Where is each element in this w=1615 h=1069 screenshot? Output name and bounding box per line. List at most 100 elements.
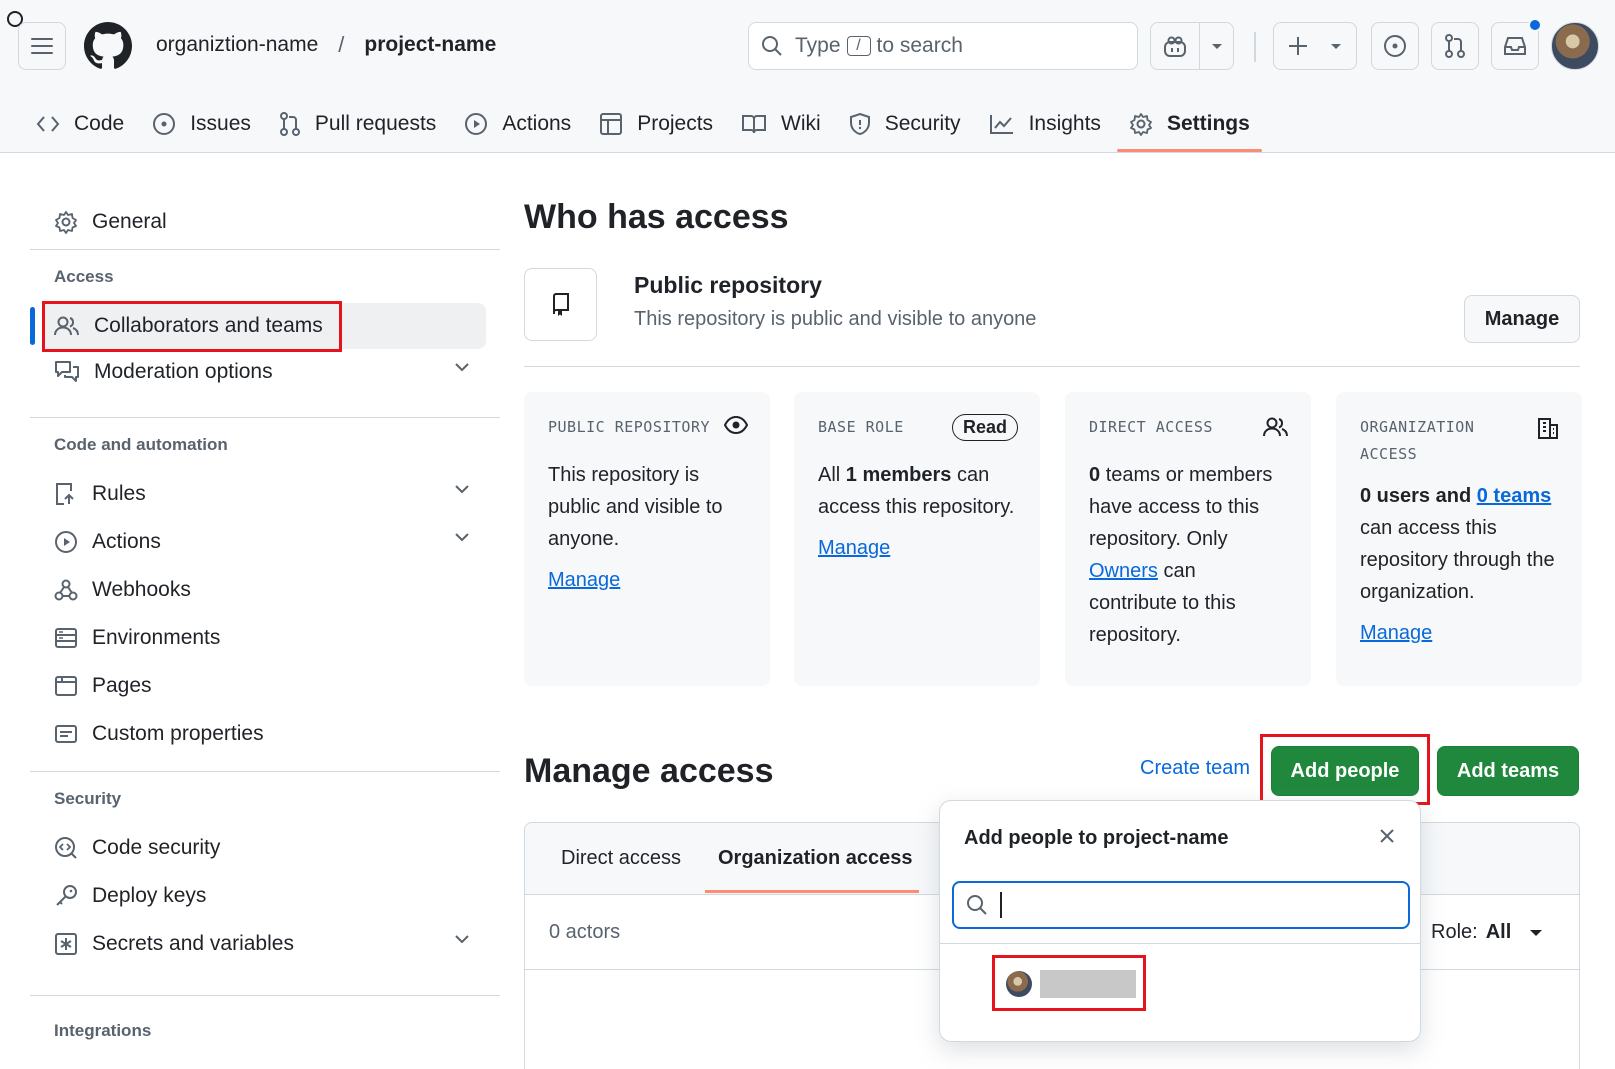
menu-button[interactable]	[18, 22, 66, 70]
sidebar-item-actions[interactable]: Actions	[42, 519, 486, 565]
tab-direct-access[interactable]: Direct access	[561, 847, 681, 870]
repo-nav: Code Issues Pull requests Actions Projec…	[24, 96, 1266, 152]
tab-insights[interactable]: Insights	[977, 96, 1113, 152]
browser-icon	[55, 676, 77, 696]
card-body: All 1 members can access this repository…	[818, 459, 1016, 523]
copilot-button[interactable]	[1150, 22, 1234, 70]
sidebar-item-pages[interactable]: Pages	[42, 663, 486, 709]
tab-settings[interactable]: Settings	[1116, 96, 1262, 152]
tab-code[interactable]: Code	[24, 96, 136, 152]
tab-projects[interactable]: Projects	[587, 96, 725, 152]
sidebar-divider	[30, 995, 500, 996]
chevron-down-icon	[1331, 44, 1341, 49]
play-icon	[55, 531, 77, 553]
sidebar-section-access: Access	[54, 267, 114, 286]
card-heading: PUBLIC REPOSITORY	[548, 418, 711, 436]
your-pull-requests-button[interactable]	[1431, 22, 1479, 70]
manage-visibility-button[interactable]: Manage	[1464, 295, 1580, 343]
card-public-repository: PUBLIC REPOSITORY This repository is pub…	[524, 392, 770, 686]
user-count: 0 users and	[1360, 485, 1472, 507]
sidebar-item-environments[interactable]: Environments	[42, 615, 486, 661]
tab-pull-requests[interactable]: Pull requests	[267, 96, 448, 152]
highlight-collaborators	[42, 301, 342, 352]
sidebar-item-custom-properties[interactable]: Custom properties	[42, 711, 486, 757]
sidebar-item-label: Moderation options	[94, 360, 273, 383]
sidebar-item-rules[interactable]: Rules	[42, 471, 486, 517]
user-avatar[interactable]	[1551, 22, 1599, 70]
public-repo-title: Public repository	[634, 272, 822, 298]
sidebar-item-webhooks[interactable]: Webhooks	[42, 567, 486, 613]
sidebar-item-label: Custom properties	[92, 722, 264, 745]
actor-count: 0 actors	[549, 921, 621, 943]
role-filter[interactable]: Role: All	[1431, 921, 1543, 944]
body-text: can access this repository through the o…	[1360, 517, 1555, 603]
section-divider	[524, 366, 1580, 367]
breadcrumb-org[interactable]: organiztion-name	[156, 33, 318, 57]
add-teams-button[interactable]: Add teams	[1437, 746, 1579, 796]
sidebar-section-security: Security	[54, 789, 122, 808]
tab-security[interactable]: Security	[837, 96, 973, 152]
tab-label: Security	[884, 112, 961, 135]
tab-wiki[interactable]: Wiki	[729, 96, 833, 152]
card-direct-access: DIRECT ACCESS 0 teams or members have ac…	[1065, 392, 1311, 686]
create-new-button[interactable]	[1273, 22, 1357, 70]
public-repo-description: This repository is public and visible to…	[634, 308, 1037, 330]
role-filter-value: All	[1485, 921, 1512, 943]
sidebar-divider	[30, 249, 500, 250]
button-divider	[1199, 23, 1200, 69]
sidebar-item-label: Actions	[92, 530, 161, 553]
manage-link[interactable]: Manage	[818, 537, 890, 560]
create-team-link[interactable]: Create team	[1140, 757, 1250, 780]
tab-label: Wiki	[781, 112, 821, 135]
book-icon	[742, 115, 767, 134]
close-icon[interactable]	[1378, 827, 1396, 845]
sidebar-divider	[30, 771, 500, 772]
breadcrumb: organiztion-name / project-name	[156, 32, 496, 58]
note-icon	[55, 725, 77, 743]
inbox-icon	[1504, 37, 1526, 55]
breadcrumb-repo[interactable]: project-name	[364, 33, 496, 57]
card-base-role: BASE ROLE Read All 1 members can access …	[794, 392, 1040, 686]
dialog-divider	[940, 943, 1420, 944]
sidebar-item-label: Rules	[92, 482, 146, 505]
people-search-input[interactable]	[952, 881, 1410, 929]
tab-issues[interactable]: Issues	[140, 96, 263, 152]
card-heading-line: ORGANIZATION	[1360, 418, 1475, 436]
tab-organization-access[interactable]: Organization access	[718, 847, 913, 870]
chevron-down-icon	[455, 363, 469, 372]
sidebar-item-deploy-keys[interactable]: Deploy keys	[42, 873, 486, 919]
tab-actions[interactable]: Actions	[452, 96, 583, 152]
teams-link[interactable]: 0 teams	[1477, 485, 1552, 507]
manage-link[interactable]: Manage	[1360, 622, 1432, 645]
sidebar-item-general[interactable]: General	[42, 199, 486, 245]
search-placeholder-suffix: to search	[876, 34, 963, 57]
manage-access-title: Manage access	[524, 752, 774, 790]
code-icon	[36, 116, 60, 132]
plus-icon	[1289, 37, 1307, 55]
hamburger-icon	[31, 38, 53, 54]
role-badge: Read	[951, 414, 1018, 441]
card-heading: ORGANIZATION ACCESS	[1360, 414, 1558, 468]
sidebar-item-code-security[interactable]: Code security	[42, 825, 486, 871]
manage-link[interactable]: Manage	[548, 569, 620, 592]
search-icon	[967, 895, 987, 915]
graph-icon	[989, 115, 1013, 134]
sidebar-divider	[30, 417, 500, 418]
active-tab-indicator	[705, 890, 919, 893]
search-input[interactable]: Type / to search	[748, 22, 1138, 70]
body-text: All	[818, 464, 841, 486]
search-icon	[762, 36, 782, 56]
role-filter-label: Role:	[1431, 921, 1478, 943]
sidebar-item-secrets[interactable]: Secrets and variables	[42, 921, 486, 967]
github-logo-icon[interactable]	[84, 22, 132, 70]
sidebar-item-moderation[interactable]: Moderation options	[42, 349, 486, 395]
play-icon	[465, 113, 488, 135]
your-issues-button[interactable]	[1371, 22, 1419, 70]
tab-label: Settings	[1166, 112, 1250, 135]
owners-link[interactable]: Owners	[1089, 560, 1158, 582]
chevron-down-icon	[1212, 44, 1222, 49]
pull-request-icon	[279, 112, 300, 136]
card-body: 0 users and 0 teams can access this repo…	[1360, 480, 1558, 608]
sidebar-item-label: Code security	[92, 836, 221, 859]
repo-icon-box	[524, 268, 597, 341]
